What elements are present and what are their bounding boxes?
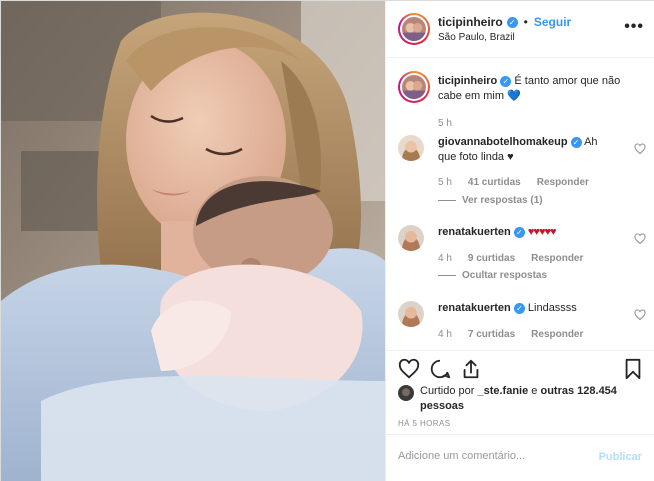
comment-likes[interactable]: 41 curtidas [468,177,521,188]
comment-username[interactable]: renatakuerten [438,302,511,314]
comment-like-heart-icon[interactable] [634,233,646,245]
comment-meta: 5 h 41 curtidas Responder [438,177,589,188]
comment-text: Lindassss [527,302,577,314]
add-comment-bar: Publicar [386,434,654,481]
post-details-panel: ticipinheiro ✓ • Seguir São Paulo, Brazi… [385,1,654,481]
comment-body: renatakuerten ✓ ♥♥♥♥♥ [438,225,618,240]
post-time[interactable]: HÁ 5 HORAS [398,419,450,428]
comment-text: ♥♥♥♥♥ [527,226,557,238]
comment-body: giovannabotelhomakeup ✓ Ah que foto lind… [438,135,618,165]
liker-avatar[interactable] [398,385,414,401]
view-replies-label: Ver respostas (1) [462,195,543,206]
heart-icon[interactable] [398,358,420,380]
hide-replies-button[interactable]: Ocultar respostas [438,270,547,281]
liked-by-prefix: Curtido por [420,385,475,397]
publish-button[interactable]: Publicar [599,451,642,463]
bookmark-icon[interactable] [622,358,644,380]
comment-username[interactable]: giovannabotelhomakeup [438,136,568,148]
commenter-avatar[interactable] [398,135,424,161]
more-options-icon[interactable]: ••• [624,19,644,35]
comment-time: 5 h [438,177,452,188]
share-icon[interactable] [460,358,482,380]
post-photo[interactable] [1,1,385,481]
comment-username[interactable]: renatakuerten [438,226,511,238]
verified-badge-icon: ✓ [506,16,518,28]
liked-by-user[interactable]: _ste.fanie [477,385,528,397]
liked-by-text: Curtido por _ste.fanie e outras 128.454 … [420,384,620,414]
post-location[interactable]: São Paulo, Brazil [438,32,515,43]
caption-avatar[interactable] [398,71,430,103]
separator: • [523,15,528,29]
comment-meta: 4 h 7 curtidas Responder [438,329,583,340]
reply-button[interactable]: Responder [531,329,583,340]
verified-badge-icon: ✓ [513,303,525,314]
follow-button[interactable]: Seguir [534,15,571,29]
author-avatar-image [402,17,426,41]
verified-badge-icon: ✓ [500,76,512,87]
author-username[interactable]: ticipinheiro [438,15,503,29]
verified-badge-icon: ✓ [513,227,525,238]
author-line: ticipinheiro ✓ • Seguir [438,15,571,29]
commenter-avatar[interactable] [398,301,424,327]
instagram-post-modal: ticipinheiro ✓ • Seguir São Paulo, Brazi… [0,0,654,481]
reply-button[interactable]: Responder [531,253,583,264]
view-replies-button[interactable]: Ver respostas (1) [438,195,543,206]
comment-meta: 4 h 9 curtidas Responder [438,253,583,264]
author-avatar[interactable] [398,13,430,45]
caption-avatar-image [402,75,426,99]
verified-badge-icon: ✓ [570,137,582,148]
commenter-avatar-image [398,225,424,251]
comment-time: 4 h [438,329,452,340]
comments-list[interactable]: ticipinheiro ✓ É tanto amor que não cabe… [386,59,654,349]
caption-body: ticipinheiro ✓ É tanto amor que não cabe… [438,74,623,104]
comment-like-heart-icon[interactable] [634,309,646,321]
liker-avatar-image [398,385,414,401]
caption-meta: 5 h [438,118,452,129]
comment-likes[interactable]: 7 curtidas [468,329,515,340]
commenter-avatar-image [398,301,424,327]
thread-line [438,200,456,201]
comment-body: renatakuerten ✓ Lindassss [438,301,618,316]
commenter-avatar[interactable] [398,225,424,251]
liked-by-middle: e [531,385,538,397]
mother-and-baby-photo [1,1,385,481]
comment-likes[interactable]: 9 curtidas [468,253,515,264]
post-header: ticipinheiro ✓ • Seguir São Paulo, Brazi… [386,1,654,58]
caption-username[interactable]: ticipinheiro [438,75,497,87]
comment-input[interactable] [398,450,593,462]
comment-icon[interactable] [429,358,451,380]
caption-time: 5 h [438,118,452,129]
thread-line [438,275,456,276]
blue-heart-emoji: 💙 [507,90,521,102]
hide-replies-label: Ocultar respostas [462,270,548,281]
commenter-avatar-image [398,135,424,161]
comment-like-heart-icon[interactable] [634,143,646,155]
comment-time: 4 h [438,253,452,264]
reply-button[interactable]: Responder [537,177,589,188]
